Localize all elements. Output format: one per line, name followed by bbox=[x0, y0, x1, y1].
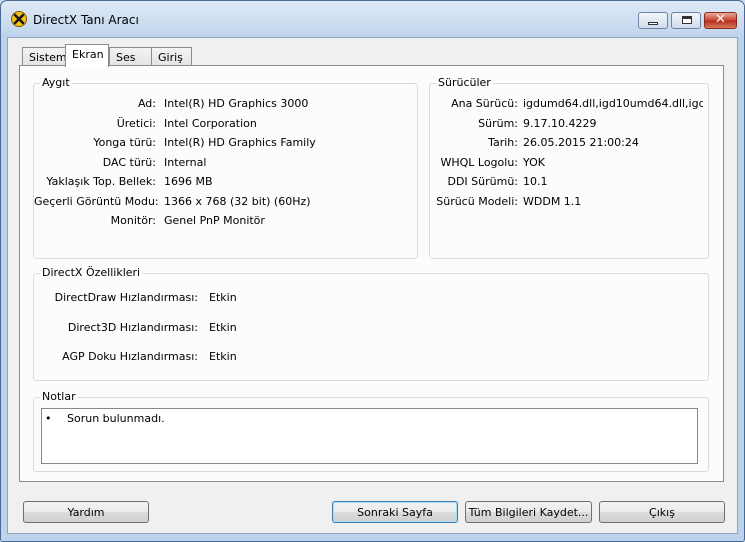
bullet-icon: • bbox=[45, 412, 52, 425]
version-label: Sürüm: bbox=[478, 117, 518, 130]
drivers-legend: Sürücüler bbox=[436, 76, 493, 89]
driver-model-value: WDDM 1.1 bbox=[523, 195, 582, 208]
version-value: 9.17.10.4229 bbox=[523, 117, 597, 130]
save-all-info-button[interactable]: Tüm Bilgileri Kaydet... bbox=[465, 501, 592, 523]
ekran-tab-panel: Aygıt Ad: Intel(R) HD Graphics 3000 Üret… bbox=[19, 65, 724, 482]
driver-model-label: Sürücü Modeli: bbox=[436, 195, 518, 208]
notes-group: Notlar • Sorun bulunmadı. bbox=[33, 390, 709, 472]
directx-app-icon bbox=[11, 11, 27, 27]
notes-item: Sorun bulunmadı. bbox=[67, 412, 165, 425]
date-value: 26.05.2015 21:00:24 bbox=[523, 136, 639, 149]
tab-sistem[interactable]: Sistem bbox=[22, 47, 67, 66]
help-button[interactable]: Yardım bbox=[23, 501, 149, 523]
direct3d-value: Etkin bbox=[209, 321, 237, 334]
tab-ekran[interactable]: Ekran bbox=[65, 44, 109, 67]
manufacturer-value: Intel Corporation bbox=[164, 117, 257, 130]
display-mode-value: 1366 x 768 (32 bit) (60Hz) bbox=[164, 195, 311, 208]
dac-type-label: DAC türü: bbox=[102, 156, 156, 169]
ddi-version-label: DDI Sürümü: bbox=[447, 175, 518, 188]
tab-ses[interactable]: Ses bbox=[109, 47, 152, 66]
monitor-label: Monitör: bbox=[110, 214, 156, 227]
manufacturer-label: Üretici: bbox=[116, 117, 156, 130]
minimize-icon bbox=[648, 22, 658, 25]
features-legend: DirectX Özellikleri bbox=[40, 266, 143, 279]
memory-value: 1696 MB bbox=[164, 175, 213, 188]
dac-type-value: Internal bbox=[164, 156, 207, 169]
next-page-button[interactable]: Sonraki Sayfa bbox=[332, 501, 458, 523]
device-group: Aygıt Ad: Intel(R) HD Graphics 3000 Üret… bbox=[33, 76, 418, 259]
close-icon: ✕ bbox=[715, 12, 726, 27]
maximize-button[interactable] bbox=[671, 12, 701, 29]
maximize-icon bbox=[682, 16, 692, 24]
main-driver-label: Ana Sürücü: bbox=[451, 97, 518, 110]
whql-value: YOK bbox=[523, 156, 545, 169]
directdraw-value: Etkin bbox=[209, 291, 237, 304]
directdraw-label: DirectDraw Hızlandırması: bbox=[54, 291, 198, 304]
agp-value: Etkin bbox=[209, 350, 237, 363]
direct3d-label: Direct3D Hızlandırması: bbox=[67, 321, 198, 334]
notes-textbox[interactable]: • Sorun bulunmadı. bbox=[41, 408, 698, 464]
date-label: Tarih: bbox=[488, 136, 518, 149]
main-driver-value: igdumd64.dll,igd10umd64.dll,igd10um bbox=[523, 97, 703, 110]
device-name-label: Ad: bbox=[137, 97, 156, 110]
display-mode-label: Geçerli Görüntü Modu: bbox=[34, 195, 159, 208]
notes-legend: Notlar bbox=[40, 390, 78, 403]
chip-type-label: Yonga türü: bbox=[93, 136, 156, 149]
device-legend: Aygıt bbox=[40, 76, 72, 89]
title-bar[interactable]: DirectX Tanı Aracı ✕ bbox=[1, 1, 744, 37]
drivers-group: Sürücüler Ana Sürücü: igdumd64.dll,igd10… bbox=[429, 76, 709, 259]
device-name-value: Intel(R) HD Graphics 3000 bbox=[164, 97, 309, 110]
ddi-version-value: 10.1 bbox=[523, 175, 548, 188]
memory-label: Yaklaşık Top. Bellek: bbox=[46, 175, 156, 188]
client-area: Sistem Ekran Ses Giriş Aygıt Ad: Intel(R… bbox=[7, 37, 738, 534]
monitor-value: Genel PnP Monitör bbox=[164, 214, 265, 227]
chip-type-value: Intel(R) HD Graphics Family bbox=[164, 136, 316, 149]
directx-features-group: DirectX Özellikleri DirectDraw Hızlandır… bbox=[33, 266, 709, 381]
directx-window: DirectX Tanı Aracı ✕ Sistem Ekran Ses Gi… bbox=[0, 0, 745, 542]
close-button[interactable]: ✕ bbox=[704, 12, 737, 29]
minimize-button[interactable] bbox=[638, 12, 668, 29]
whql-label: WHQL Logolu: bbox=[440, 156, 518, 169]
window-title: DirectX Tanı Aracı bbox=[33, 13, 139, 27]
agp-label: AGP Doku Hızlandırması: bbox=[62, 350, 198, 363]
exit-button[interactable]: Çıkış bbox=[599, 501, 725, 523]
tab-giris[interactable]: Giriş bbox=[151, 47, 192, 66]
